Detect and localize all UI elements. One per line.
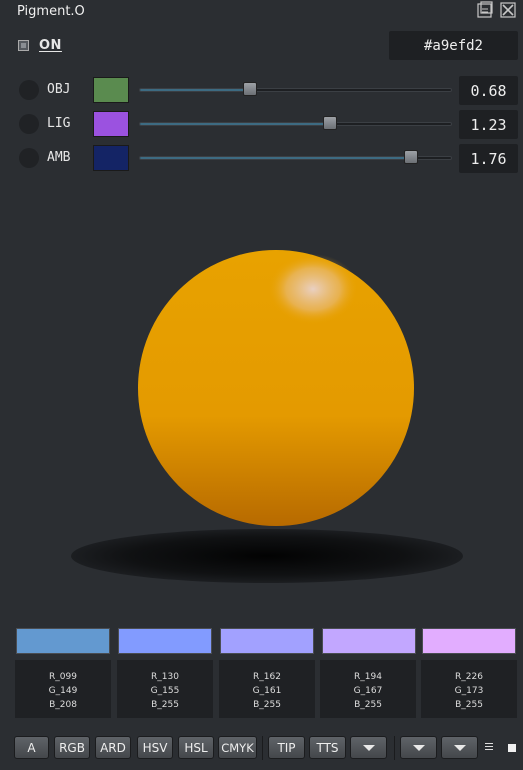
obj-radio[interactable] — [19, 80, 39, 100]
close-window-icon[interactable] — [499, 1, 517, 19]
on-checkbox[interactable] — [18, 39, 29, 51]
lig-slider-thumb[interactable] — [322, 116, 337, 130]
palette-swatch-row — [16, 628, 518, 654]
palette-r: R_226 — [455, 672, 483, 682]
toolbar-divider — [394, 736, 395, 760]
lig-value[interactable]: 1.23 — [459, 110, 518, 139]
chevron-down-icon — [362, 744, 375, 751]
palette-b: B_255 — [354, 700, 382, 710]
palette-swatch-1[interactable] — [16, 628, 110, 654]
palette-g: G_161 — [252, 686, 282, 696]
title-bar: Pigment.O — [0, 0, 523, 26]
obj-label: OBJ — [47, 82, 71, 97]
slider-row-amb: AMB 1.76 — [0, 144, 523, 173]
sphere-shadow — [71, 529, 463, 583]
cmyk-button[interactable]: CMYK — [218, 736, 257, 759]
dropdown-button-3[interactable] — [441, 736, 478, 759]
amb-color-swatch[interactable] — [93, 145, 129, 171]
lig-label: LIG — [47, 116, 71, 131]
palette-swatch-5[interactable] — [422, 628, 516, 654]
sphere-highlight — [268, 254, 358, 324]
palette-b: B_255 — [151, 700, 179, 710]
palette-r: R_162 — [253, 672, 281, 682]
hsl-button[interactable]: HSL — [178, 736, 214, 759]
palette-b: B_255 — [253, 700, 281, 710]
bottom-toolbar: A RGB ARD HSV HSL CMYK TIP TTS — [0, 736, 523, 762]
lig-radio[interactable] — [19, 114, 39, 134]
palette-rgb-1: R_099 G_149 B_208 — [15, 660, 111, 718]
on-toggle[interactable]: ON — [18, 36, 62, 54]
tip-button[interactable]: TIP — [268, 736, 305, 759]
slider-row-obj: OBJ 0.68 — [0, 76, 523, 105]
chevron-down-icon — [412, 744, 425, 751]
hsv-button[interactable]: HSV — [137, 736, 173, 759]
obj-slider-fill — [140, 89, 251, 91]
palette-swatch-2[interactable] — [118, 628, 212, 654]
amb-slider-thumb[interactable] — [403, 150, 418, 164]
hex-input[interactable]: #a9efd2 — [389, 31, 518, 60]
ard-button[interactable]: ARD — [95, 736, 131, 759]
on-label: ON — [39, 37, 62, 53]
amb-radio[interactable] — [19, 148, 39, 168]
tts-button[interactable]: TTS — [309, 736, 346, 759]
rgb-button[interactable]: RGB — [54, 736, 90, 759]
palette-g: G_149 — [48, 686, 78, 696]
palette-b: B_255 — [455, 700, 483, 710]
lig-slider[interactable] — [139, 116, 452, 130]
palette-g: G_173 — [454, 686, 484, 696]
lig-color-swatch[interactable] — [93, 111, 129, 137]
amb-slider-fill — [140, 157, 411, 159]
palette-rgb-5: R_226 G_173 B_255 — [421, 660, 517, 718]
toolbar-divider — [262, 736, 263, 760]
palette-g: G_167 — [353, 686, 383, 696]
square-icon[interactable] — [508, 744, 516, 752]
float-window-icon[interactable] — [476, 1, 494, 19]
dropdown-button-2[interactable] — [400, 736, 437, 759]
palette-r: R_099 — [49, 672, 77, 682]
slider-row-lig: LIG 1.23 — [0, 110, 523, 139]
palette-rgb-4: R_194 G_167 B_255 — [320, 660, 416, 718]
obj-value[interactable]: 0.68 — [459, 76, 518, 105]
amb-value[interactable]: 1.76 — [459, 144, 518, 173]
palette-rgb-2: R_130 G_155 B_255 — [117, 660, 213, 718]
amb-slider[interactable] — [139, 150, 452, 164]
amb-label: AMB — [47, 150, 71, 165]
dropdown-button-1[interactable] — [350, 736, 387, 759]
palette-r: R_130 — [151, 672, 179, 682]
obj-slider[interactable] — [139, 82, 452, 96]
window-title: Pigment.O — [17, 4, 85, 19]
obj-slider-thumb[interactable] — [243, 82, 258, 96]
lig-slider-fill — [140, 123, 330, 125]
menu-lines-icon[interactable] — [485, 743, 495, 753]
obj-color-swatch[interactable] — [93, 77, 129, 103]
chevron-down-icon — [453, 744, 466, 751]
palette-swatch-4[interactable] — [322, 628, 416, 654]
palette-g: G_155 — [150, 686, 180, 696]
palette-r: R_194 — [354, 672, 382, 682]
palette-rgb-3: R_162 G_161 B_255 — [219, 660, 315, 718]
palette-swatch-3[interactable] — [220, 628, 314, 654]
sphere-preview — [70, 240, 480, 600]
palette-b: B_208 — [49, 700, 77, 710]
a-button[interactable]: A — [14, 736, 49, 759]
